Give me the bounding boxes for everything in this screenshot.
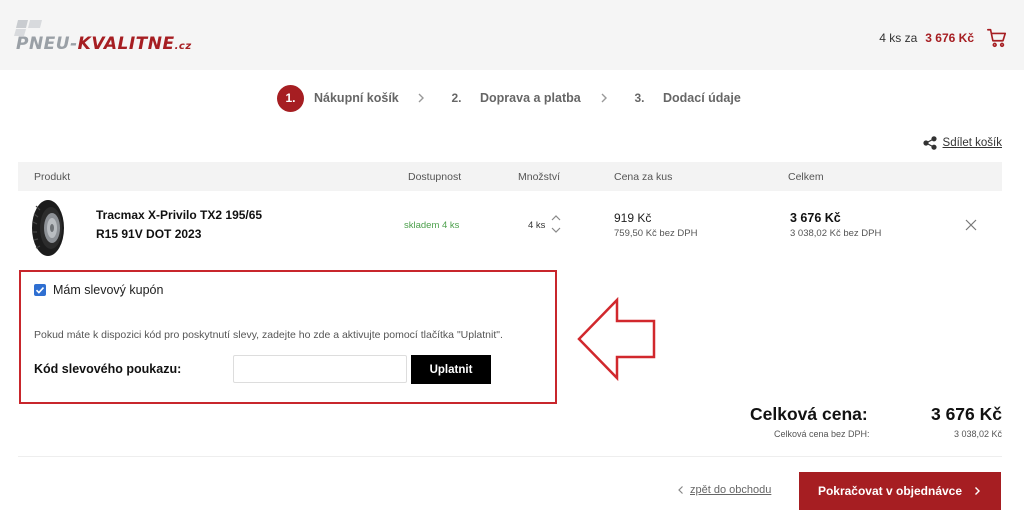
step-number: 3. [626,84,653,112]
coupon-info-text: Pokud máte k dispozici kód pro poskytnut… [34,329,503,341]
share-icon [922,136,937,150]
step-number: 2. [443,84,470,112]
coupon-checkbox-label[interactable]: Mám slevový kupón [53,283,163,297]
step-delivery[interactable]: 3. Dodací údaje [626,84,741,112]
grand-total-label: Celková cena: [750,404,868,424]
step-label: Doprava a platba [480,91,581,105]
unit-price: 919 Kč [614,211,652,225]
line-total: 3 676 Kč [790,211,841,225]
column-header-product: Produkt [34,171,71,183]
coupon-code-input[interactable] [233,355,407,383]
chevron-left-icon [678,486,683,494]
coupon-checkbox[interactable] [34,284,46,296]
cart-row: Tracmax X-Privilo TX2 195/65 R15 91V DOT… [18,192,1002,262]
back-to-shop-link[interactable]: zpět do obchodu [676,484,771,496]
shopping-cart-icon[interactable] [986,27,1008,49]
logo-text: PNEU-KVALITNE.cz [16,34,192,54]
step-label: Dodací údaje [663,91,741,105]
quantity-stepper [550,212,562,238]
chevron-right-icon [418,93,424,103]
chevron-right-icon [601,93,607,103]
share-cart-link[interactable]: Sdílet košík [922,136,1002,150]
chevron-down-icon[interactable] [550,224,562,236]
cart-table-header: Produkt Dostupnost Množství Cena za kus … [18,162,1002,191]
step-number: 1. [277,84,304,112]
continue-button-label: Pokračovat v objednávce [817,484,963,498]
tire-image[interactable] [28,198,68,258]
continue-order-button[interactable]: Pokračovat v objednávce [799,472,1001,510]
step-cart[interactable]: 1. Nákupní košík [277,84,399,112]
apply-coupon-button[interactable]: Uplatnit [411,355,491,384]
column-header-unit-price: Cena za kus [614,171,673,183]
column-header-availability: Dostupnost [408,171,462,183]
cart-count: 4 ks za [879,31,918,45]
coupon-section: Mám slevový kupón Pokud máte k dispozici… [19,270,557,404]
unit-price-net: 759,50 Kč bez DPH [614,228,698,239]
product-name-link[interactable]: Tracmax X-Privilo TX2 195/65 R15 91V DOT… [96,206,286,244]
net-total-label: Celková cena bez DPH: [774,429,870,439]
cart-summary[interactable]: 4 ks za 3 676 Kč [879,27,1008,49]
grand-total-value: 3 676 Kč [930,404,1002,424]
column-header-quantity: Množství [518,171,561,183]
net-total-value: 3 038,02 Kč [953,429,1002,439]
logo-text-main: PNEU- [16,34,78,54]
stock-status: skladem 4 ks [404,220,460,231]
logo-tld: .cz [174,41,192,52]
step-shipping[interactable]: 2. Doprava a platba [443,84,581,112]
logo-text-brand: KVALITNE [77,34,175,54]
site-logo[interactable]: PNEU-KVALITNE.cz [14,20,194,60]
step-label: Nákupní košík [314,91,399,105]
coupon-field-label: Kód slevového poukazu: [34,362,182,376]
arrow-left-icon [577,296,656,382]
chevron-up-icon[interactable] [550,212,562,224]
cart-total: 3 676 Kč [925,31,974,45]
share-label: Sdílet košík [942,137,1002,149]
back-link-label: zpět do obchodu [690,484,772,496]
close-icon[interactable] [964,218,978,232]
column-header-total: Celkem [788,171,824,183]
checkout-steps: 1. Nákupní košík 2. Doprava a platba 3. … [0,84,1024,112]
chevron-right-icon [975,487,981,495]
site-header: PNEU-KVALITNE.cz 4 ks za 3 676 Kč [0,0,1024,70]
line-total-net: 3 038,02 Kč bez DPH [790,228,882,239]
divider [18,456,1002,457]
quantity-value: 4 ks [528,220,546,231]
